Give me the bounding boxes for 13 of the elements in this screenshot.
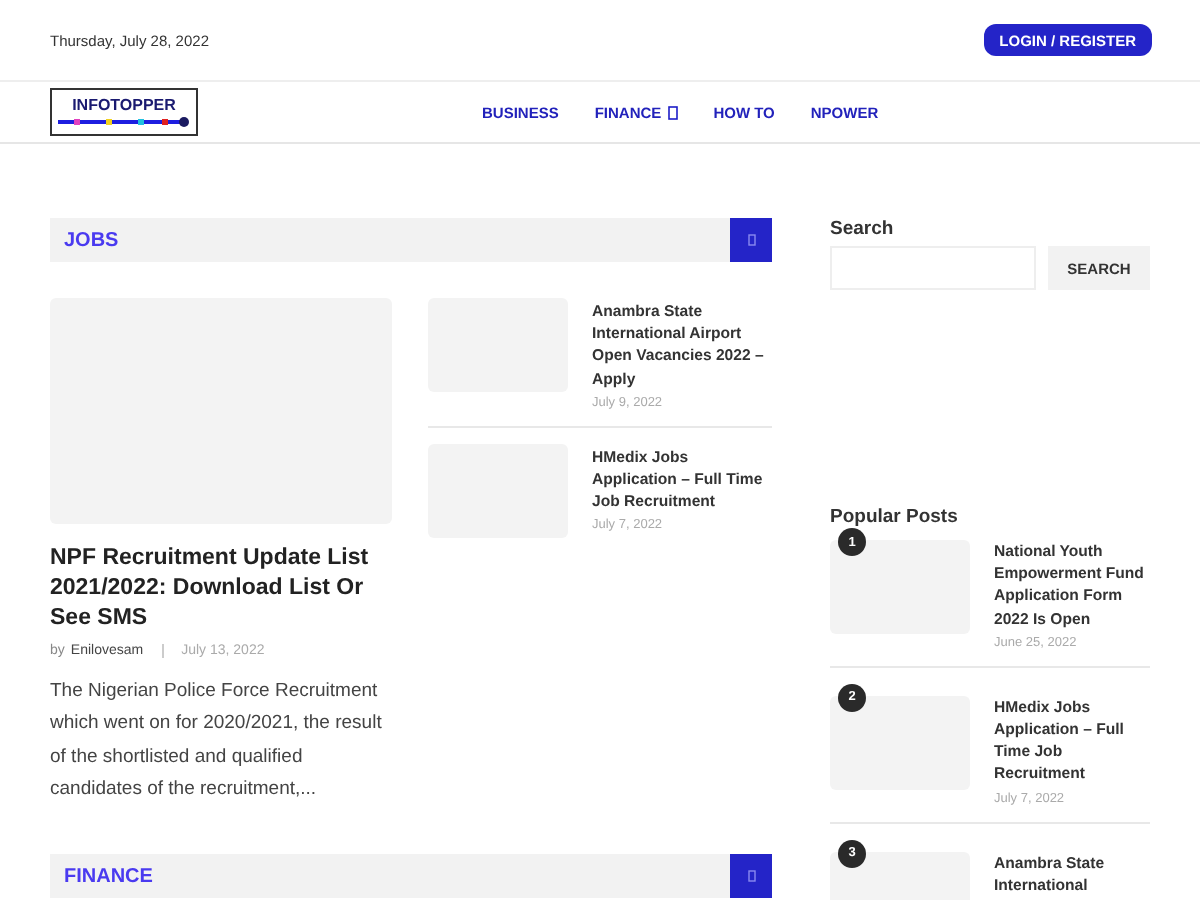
widget-title: Search	[830, 218, 896, 240]
image-placeholder[interactable]	[830, 695, 970, 790]
box-icon	[747, 870, 755, 883]
section-more-button[interactable]	[730, 854, 772, 899]
widget-title: Popular Posts	[830, 506, 960, 528]
logo-bar-icon	[58, 116, 190, 128]
section-title[interactable]: FINANCE	[50, 865, 153, 888]
post-title[interactable]: NPF Recruitment Update List 2021/2022: Download List Or See SMS	[50, 544, 392, 634]
image-placeholder[interactable]	[830, 540, 970, 634]
box-icon	[747, 234, 755, 246]
section-title[interactable]: JOBS	[50, 229, 119, 251]
post-excerpt: The Nigerian Police Force Recruitment which went on for 2020/2021, the result of the shortlisted and qualified candidates of the recruitment,...	[50, 678, 382, 804]
site-logo[interactable]: INFOTOPPER	[50, 88, 198, 136]
